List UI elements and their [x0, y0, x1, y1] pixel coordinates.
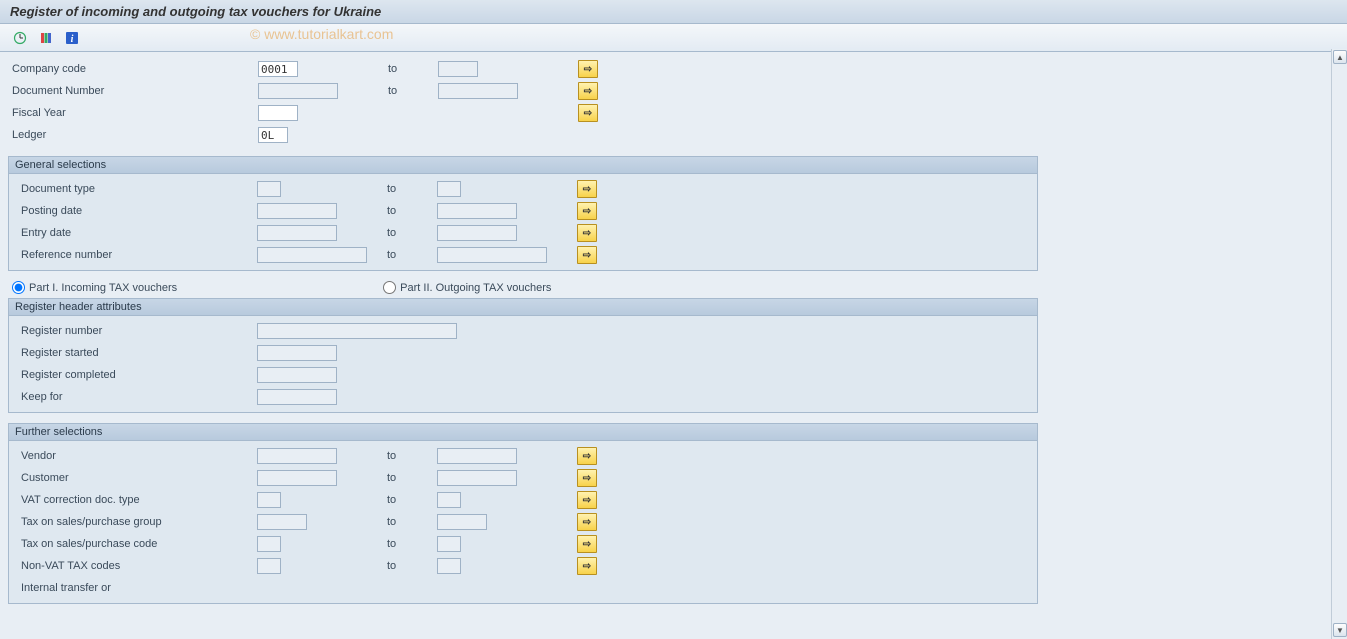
label-document-number: Document Number — [8, 85, 258, 97]
multi-select-vat-corr-type[interactable]: ⇨ — [577, 491, 597, 509]
customer-to[interactable] — [437, 470, 517, 486]
reference-number-from[interactable] — [257, 247, 367, 263]
vat-corr-type-from[interactable] — [257, 492, 281, 508]
label-keep-for: Keep for — [17, 391, 257, 403]
label-vendor: Vendor — [17, 450, 257, 462]
multi-select-vendor[interactable]: ⇨ — [577, 447, 597, 465]
group-general-selections: General selections Document type to ⇨ Po… — [8, 156, 1038, 271]
label-entry-date: Entry date — [17, 227, 257, 239]
customer-from[interactable] — [257, 470, 337, 486]
row-document-number: Document Number to ⇨ — [8, 80, 1339, 102]
vertical-scrollbar[interactable]: ▲ ▼ — [1331, 49, 1347, 639]
document-type-to[interactable] — [437, 181, 461, 197]
label-vat-corr-type: VAT correction doc. type — [17, 494, 257, 506]
label-register-started: Register started — [17, 347, 257, 359]
multi-select-posting-date[interactable]: ⇨ — [577, 202, 597, 220]
multi-select-fiscal-year[interactable]: ⇨ — [578, 104, 598, 122]
multi-select-tax-group[interactable]: ⇨ — [577, 513, 597, 531]
multi-select-reference-number[interactable]: ⇨ — [577, 246, 597, 264]
label-document-type: Document type — [17, 183, 257, 195]
row-fiscal-year: Fiscal Year ⇨ — [8, 102, 1339, 124]
watermark: © www.tutorialkart.com — [250, 26, 393, 42]
multi-select-customer[interactable]: ⇨ — [577, 469, 597, 487]
multi-select-entry-date[interactable]: ⇨ — [577, 224, 597, 242]
entry-date-from[interactable] — [257, 225, 337, 241]
ledger-input[interactable] — [258, 127, 288, 143]
info-icon[interactable]: i — [62, 29, 82, 47]
multi-select-company-code[interactable]: ⇨ — [578, 60, 598, 78]
tax-group-from[interactable] — [257, 514, 307, 530]
label-register-completed: Register completed — [17, 369, 257, 381]
company-code-from[interactable] — [258, 61, 298, 77]
radio-part1-input[interactable] — [12, 281, 25, 294]
scroll-down-icon[interactable]: ▼ — [1333, 623, 1347, 637]
vendor-from[interactable] — [257, 448, 337, 464]
content-area: Company code to ⇨ Document Number to ⇨ F… — [0, 52, 1347, 610]
group-title-header-attrs: Register header attributes — [9, 299, 1037, 316]
multi-select-tax-code[interactable]: ⇨ — [577, 535, 597, 553]
company-code-to[interactable] — [438, 61, 478, 77]
label-tax-code: Tax on sales/purchase code — [17, 538, 257, 550]
svg-text:i: i — [71, 34, 74, 45]
vendor-to[interactable] — [437, 448, 517, 464]
multi-select-non-vat[interactable]: ⇨ — [577, 557, 597, 575]
radio-part2-input[interactable] — [383, 281, 396, 294]
non-vat-from[interactable] — [257, 558, 281, 574]
multi-select-document-number[interactable]: ⇨ — [578, 82, 598, 100]
multi-select-document-type[interactable]: ⇨ — [577, 180, 597, 198]
posting-date-to[interactable] — [437, 203, 517, 219]
non-vat-to[interactable] — [437, 558, 461, 574]
keep-for-input[interactable] — [257, 389, 337, 405]
entry-date-to[interactable] — [437, 225, 517, 241]
page-title: Register of incoming and outgoing tax vo… — [0, 0, 1347, 24]
label-internal-transfer: Internal transfer or — [17, 582, 257, 594]
radio-part1[interactable]: Part I. Incoming TAX vouchers — [12, 281, 177, 294]
row-company-code: Company code to ⇨ — [8, 58, 1339, 80]
register-started-input[interactable] — [257, 345, 337, 361]
row-ledger: Ledger — [8, 124, 1339, 146]
label-customer: Customer — [17, 472, 257, 484]
toolbar: i © www.tutorialkart.com — [0, 24, 1347, 52]
register-completed-input[interactable] — [257, 367, 337, 383]
group-title-further: Further selections — [9, 424, 1037, 441]
label-register-number: Register number — [17, 325, 257, 337]
tax-code-to[interactable] — [437, 536, 461, 552]
posting-date-from[interactable] — [257, 203, 337, 219]
vat-corr-type-to[interactable] — [437, 492, 461, 508]
group-title-general: General selections — [9, 157, 1037, 174]
fiscal-year-input[interactable] — [258, 105, 298, 121]
document-type-from[interactable] — [257, 181, 281, 197]
tax-group-to[interactable] — [437, 514, 487, 530]
label-reference-number: Reference number — [17, 249, 257, 261]
execute-icon[interactable] — [10, 29, 30, 47]
group-header-attributes: Register header attributes Register numb… — [8, 298, 1038, 413]
radio-parts: Part I. Incoming TAX vouchers Part II. O… — [8, 281, 1339, 294]
label-company-code: Company code — [8, 63, 258, 75]
document-number-to[interactable] — [438, 83, 518, 99]
scroll-up-icon[interactable]: ▲ — [1333, 50, 1347, 64]
to-label: to — [388, 63, 438, 75]
document-number-from[interactable] — [258, 83, 338, 99]
label-tax-group: Tax on sales/purchase group — [17, 516, 257, 528]
radio-part2[interactable]: Part II. Outgoing TAX vouchers — [383, 281, 551, 294]
group-further-selections: Further selections Vendor to ⇨ Customer … — [8, 423, 1038, 604]
label-non-vat: Non-VAT TAX codes — [17, 560, 257, 572]
reference-number-to[interactable] — [437, 247, 547, 263]
register-number-input[interactable] — [257, 323, 457, 339]
label-fiscal-year: Fiscal Year — [8, 107, 258, 119]
tax-code-from[interactable] — [257, 536, 281, 552]
label-ledger: Ledger — [8, 129, 258, 141]
label-posting-date: Posting date — [17, 205, 257, 217]
variants-icon[interactable] — [36, 29, 56, 47]
